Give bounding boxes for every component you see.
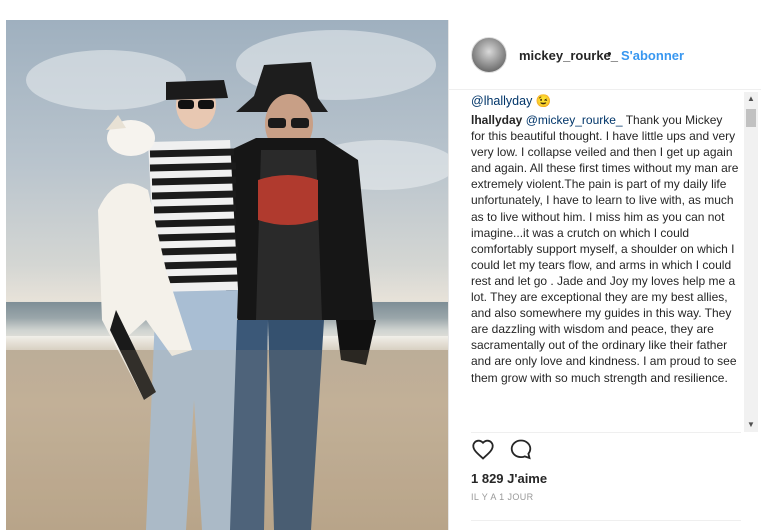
likes-count[interactable]: 1 829 J'aime [471,471,547,486]
separator-dot: • [607,46,612,61]
wink-emoji-icon: 😉 [535,94,552,108]
comment-icon[interactable] [509,438,533,460]
username-link[interactable]: mickey_rourke_ [519,48,618,63]
scroll-up-arrow-icon[interactable]: ▲ [744,92,758,106]
comments-scrollbar[interactable]: ▲ ▼ [744,92,758,432]
photo-people [6,62,448,530]
actions-divider [471,432,741,433]
heart-icon[interactable] [471,438,495,460]
comments-section[interactable]: @lhallyday 😉 lhallyday @mickey_rourke_ T… [471,92,741,428]
avatar[interactable] [471,37,507,73]
caption-tag-link[interactable]: @mickey_rourke_ [526,113,623,127]
scroll-down-arrow-icon[interactable]: ▼ [744,418,758,432]
bottom-divider [471,520,741,521]
caption-comment: lhallyday @mickey_rourke_ Thank you Mick… [471,112,739,386]
mention-link[interactable]: @lhallyday [471,94,532,108]
post-header: mickey_rourke_ • S'abonner [449,20,761,90]
scroll-thumb[interactable] [746,109,756,127]
follow-button[interactable]: S'abonner [621,48,684,63]
post-panel: mickey_rourke_ • S'abonner @lhallyday 😉 … [448,20,761,530]
caption-author-link[interactable]: lhallyday [471,113,522,127]
caption-text: Thank you Mickey for this beautiful thou… [471,113,739,385]
post-timestamp: IL Y A 1 JOUR [471,492,534,502]
post-photo[interactable] [6,20,448,530]
mention-line: @lhallyday 😉 [471,92,551,110]
